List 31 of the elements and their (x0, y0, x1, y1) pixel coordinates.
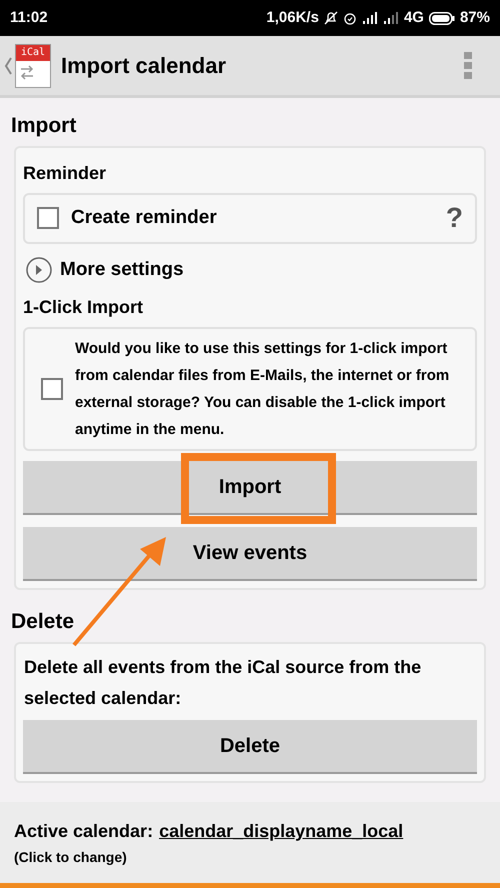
signal-icon (362, 12, 378, 24)
bell-off-icon (324, 11, 338, 25)
calendar-link[interactable]: calendar_displayname_local (159, 818, 404, 845)
checkbox[interactable] (41, 378, 63, 400)
more-settings-toggle[interactable]: More settings (60, 256, 184, 284)
field-label: 1-Click Import (23, 296, 144, 319)
back-icon[interactable] (4, 56, 12, 74)
app-title: Import calendar (61, 52, 226, 80)
swap-arrows-icon (20, 64, 34, 80)
action-button[interactable]: Import (23, 461, 477, 515)
hint-text: (Click to change) (14, 848, 128, 867)
battery-level: 87% (460, 8, 490, 28)
battery-icon (428, 12, 455, 24)
action-button[interactable]: View events (23, 527, 477, 581)
section-heading: Delete (11, 609, 76, 635)
footer-label: Active calendar: (14, 820, 154, 843)
logo-text: iCal (16, 44, 50, 60)
network-type: 4G (404, 8, 424, 28)
checkbox[interactable] (37, 207, 59, 229)
expand-icon[interactable] (26, 256, 52, 283)
status-time: 11:02 (10, 8, 48, 28)
signal-icon (382, 12, 399, 24)
checkbox-label[interactable]: Would you like to use this settings for 1-click import from calendar files from E-Mails, the internet or from external storage? You can disable the 1-click import anytime in the menu. (75, 335, 469, 443)
field-label: Reminder (23, 162, 108, 184)
alarm-icon (342, 11, 357, 25)
help-icon[interactable]: ? (446, 197, 463, 239)
network-speed: 1,06K/s (266, 8, 319, 28)
description-text: Delete all events from the iCal source from the selected calendar: (23, 656, 422, 710)
checkbox-label[interactable]: Create reminder (71, 204, 446, 232)
section-heading: Import (11, 113, 78, 139)
action-button[interactable]: Delete (23, 720, 477, 774)
